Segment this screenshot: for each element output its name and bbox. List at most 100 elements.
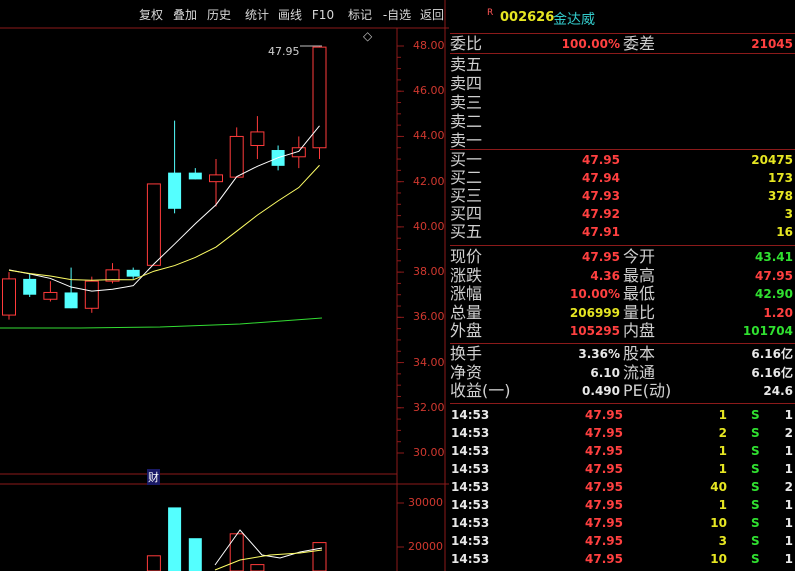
tick-volume: 10: [710, 516, 727, 530]
tick-price: 47.95: [585, 534, 623, 548]
toolbar-button-2[interactable]: 历史: [204, 5, 234, 26]
buy-volume: 378: [767, 189, 793, 203]
toolbar-button-0[interactable]: 复权: [136, 5, 166, 26]
tick-price: 47.95: [585, 552, 623, 566]
price-tick-label: 40.00: [413, 219, 445, 233]
stat-value: 42.90: [755, 287, 793, 302]
finance-badge[interactable]: 财: [147, 469, 160, 485]
tick-time: 14:53: [451, 516, 490, 530]
price-tick-label: 36.00: [413, 310, 445, 324]
volume-bar: [250, 564, 265, 571]
price-tick-label: 34.00: [413, 355, 445, 369]
price-tick-label: 38.00: [413, 265, 445, 279]
candle: [105, 263, 120, 284]
tick-count: 1: [784, 552, 793, 566]
tick-side: S: [751, 480, 760, 494]
stat-label: 涨跌: [450, 265, 483, 285]
price-tick-label: 46.00: [413, 84, 445, 98]
tick-volume: 1: [718, 408, 727, 422]
toolbar-button-7[interactable]: -自选: [380, 5, 414, 26]
volume-bar: [168, 507, 182, 571]
tick-price: 47.95: [585, 462, 623, 476]
buy-price: 47.94: [582, 171, 620, 185]
stat-label: 涨幅: [450, 284, 483, 304]
buy-level-label: 买五: [450, 222, 483, 241]
tick-price: 47.95: [585, 426, 623, 440]
sell-level-label: 卖五: [450, 55, 483, 74]
tick-count: 2: [784, 426, 793, 440]
tick-count: 1: [784, 408, 793, 422]
tick-price: 47.95: [585, 516, 623, 530]
tick-time: 14:53: [451, 462, 490, 476]
tick-time: 14:53: [451, 426, 490, 440]
tick-side: S: [751, 516, 760, 530]
stat-label: 最高: [623, 265, 656, 285]
tick-time: 14:53: [451, 408, 490, 422]
tick-side: S: [751, 534, 760, 548]
candle: [23, 274, 37, 297]
candle: [168, 120, 182, 214]
weicha-label: 委差: [623, 34, 656, 53]
toolbar-button-1[interactable]: 叠加: [170, 5, 200, 26]
kline-chart[interactable]: [0, 0, 449, 571]
fund-label: PE(动): [623, 381, 672, 401]
buy-price: 47.95: [582, 153, 620, 167]
fund-label: 流通: [623, 362, 656, 382]
ma10-line: [8, 164, 320, 281]
tick-price: 47.95: [585, 480, 623, 494]
kline-svg[interactable]: [0, 0, 449, 571]
tick-count: 1: [784, 444, 793, 458]
candle: [2, 272, 16, 320]
toolbar-button-6[interactable]: 标记: [345, 5, 375, 26]
tick-count: 1: [784, 516, 793, 530]
candle: [146, 183, 161, 266]
fund-value: 6.16亿: [751, 365, 793, 380]
price-tick-label: 30.00: [413, 446, 445, 459]
tick-volume: 3: [718, 534, 727, 548]
price-tick-label: 48.00: [413, 39, 445, 52]
sell-level-label: 卖二: [450, 112, 483, 131]
tick-count: 2: [784, 480, 793, 494]
price-tick-label: 44.00: [413, 129, 445, 143]
stat-label: 最低: [623, 284, 656, 304]
panel-divider: [450, 403, 795, 404]
volume-bar: [188, 538, 202, 571]
tick-volume: 1: [718, 462, 727, 476]
tick-side: S: [751, 426, 760, 440]
tick-count: 1: [784, 498, 793, 512]
stat-value: 43.41: [755, 250, 793, 264]
stat-value: 206999: [569, 305, 620, 320]
stock-name: 金达威: [553, 12, 595, 28]
buy-price: 47.91: [582, 225, 620, 239]
tick-price: 47.95: [585, 498, 623, 512]
tick-side: S: [751, 552, 760, 566]
toolbar-button-5[interactable]: F10: [311, 5, 335, 26]
toolbar-button-4[interactable]: 画线: [275, 5, 305, 26]
tick-volume: 40: [710, 480, 727, 494]
tick-time: 14:53: [451, 480, 490, 494]
chart-toolbar: 复权 叠加 历史 统计 画线 F10 标记 -自选 返回: [0, 5, 449, 27]
panel-divider: [450, 245, 795, 246]
buy-level-label: 买一: [450, 150, 483, 169]
stat-value: 4.36: [590, 268, 620, 283]
stock-badge: R: [487, 8, 494, 18]
buy-volume: 173: [767, 171, 793, 185]
stat-value: 101704: [742, 324, 793, 339]
sell-level-label: 卖一: [450, 131, 483, 150]
stat-label: 外盘: [450, 321, 483, 341]
volume-tick-label: 20000: [408, 540, 443, 553]
stat-value: 10.00%: [570, 287, 620, 302]
toolbar-button-8[interactable]: 返回: [417, 5, 447, 26]
toolbar-button-3[interactable]: 统计: [240, 5, 274, 26]
candle: [209, 159, 223, 207]
tick-time: 14:53: [451, 498, 490, 512]
panel-divider: [450, 149, 795, 150]
fund-value: 6.10: [590, 365, 620, 380]
price-tick-label: 42.00: [413, 174, 445, 188]
stock-header: R 002626 金达威: [450, 0, 795, 34]
diamond-icon[interactable]: ◇: [363, 29, 372, 43]
buy-volume: 20475: [751, 153, 793, 167]
fund-label: 净资: [450, 362, 483, 382]
last-price-label: 47.95: [268, 45, 300, 58]
stat-label: 量比: [623, 302, 656, 322]
